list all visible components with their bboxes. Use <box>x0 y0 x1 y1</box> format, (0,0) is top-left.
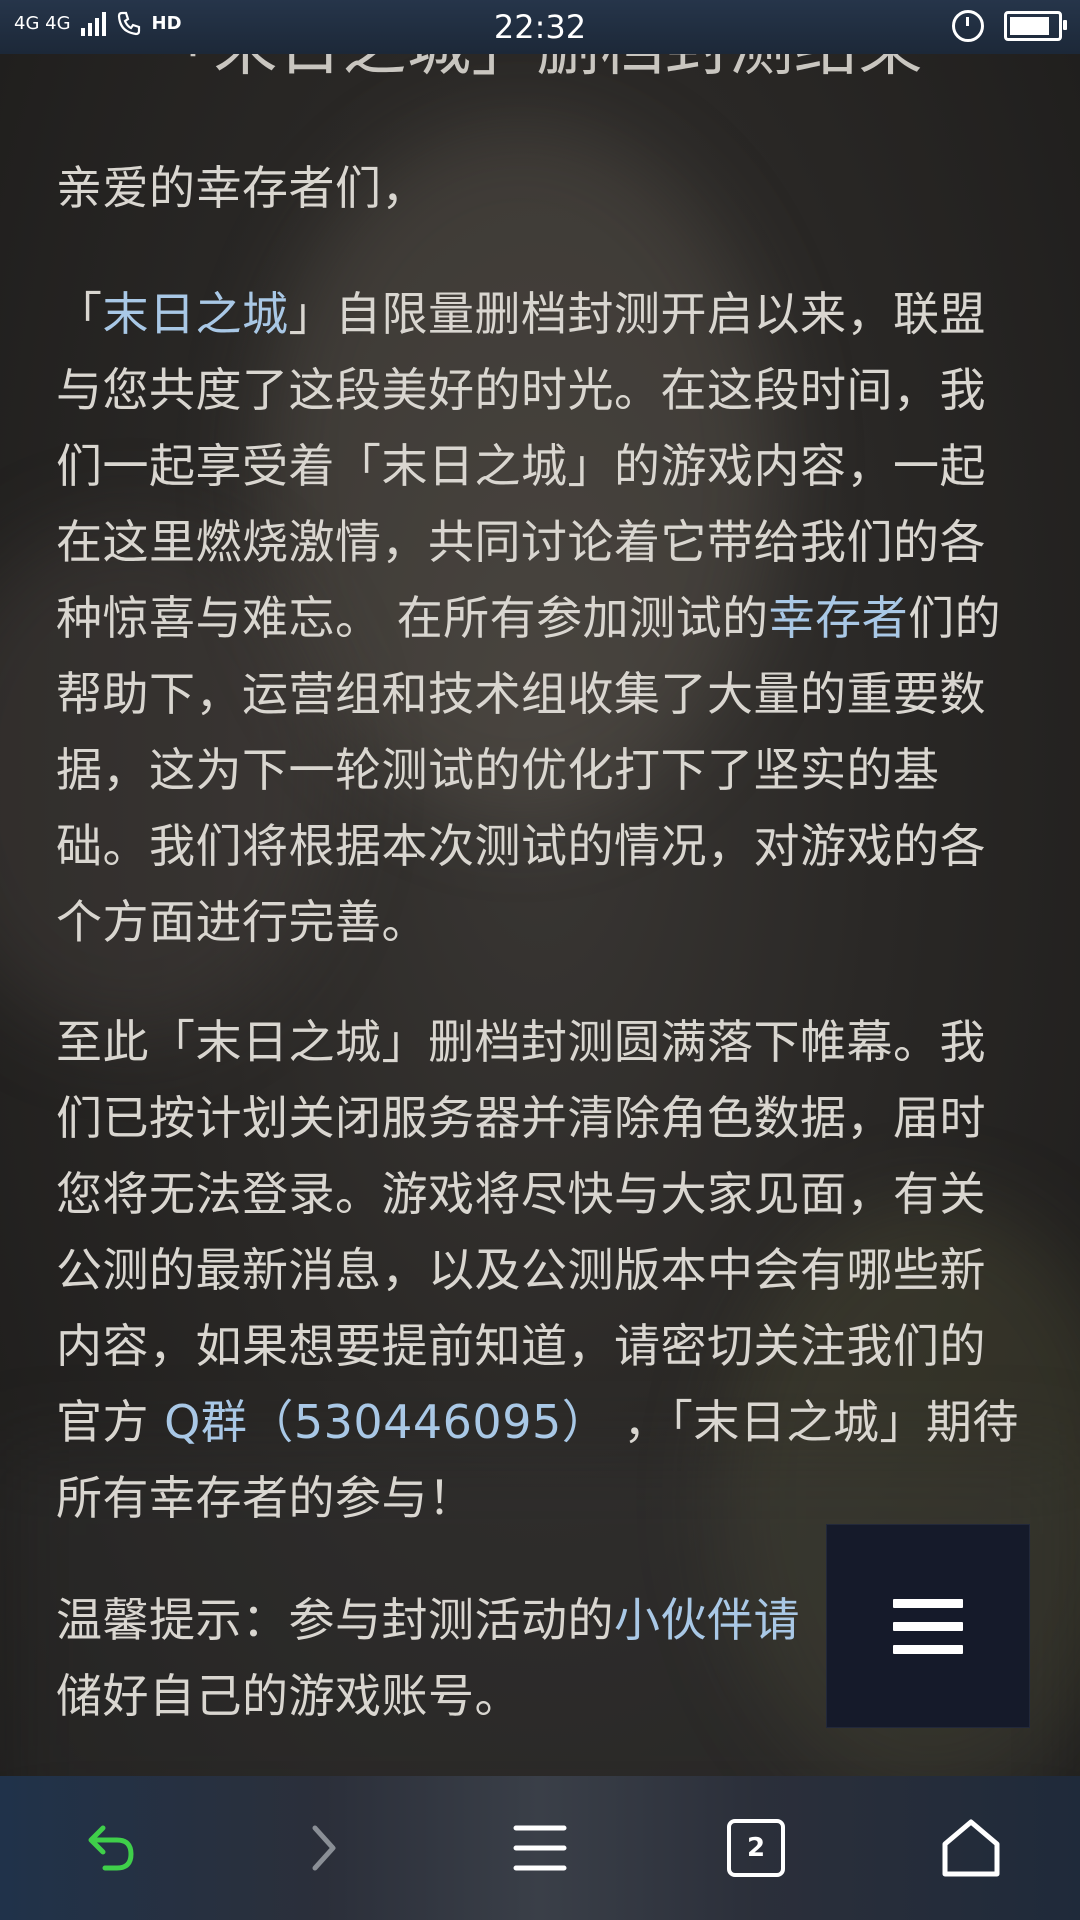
menu-button[interactable] <box>475 1776 605 1920</box>
clock: 22:32 <box>493 8 587 46</box>
battery-icon <box>1004 11 1067 41</box>
greeting: 亲爱的幸存者们， <box>56 161 428 215</box>
text-span: 温馨提示：参与封测活动的 <box>56 1593 614 1647</box>
floating-menu-button[interactable] <box>826 1524 1030 1728</box>
menu-icon <box>513 1825 567 1871</box>
forward-icon <box>312 1825 336 1871</box>
qq-group-link[interactable]: Q群（530446095） <box>164 1395 608 1449</box>
alarm-icon <box>952 10 984 42</box>
home-icon <box>942 1819 1000 1877</box>
game-name-link[interactable]: 末日之城 <box>103 287 289 341</box>
back-button[interactable] <box>44 1776 174 1920</box>
status-bar: 4G 4G HD 22:32 <box>0 0 1080 54</box>
survivor-link[interactable]: 幸存者 <box>769 591 909 645</box>
tabs-icon: 2 <box>727 1819 785 1877</box>
back-icon <box>88 1825 134 1871</box>
text-span: 至此「末日之城」删档封测圆满落下帷幕。我们已按计划关闭服务器并清除角色数据，届时… <box>56 1015 986 1449</box>
hamburger-icon <box>893 1599 963 1668</box>
home-button[interactable] <box>906 1776 1036 1920</box>
partner-link[interactable]: 小伙伴请 <box>614 1593 800 1647</box>
text-span: 「 <box>56 287 103 341</box>
paragraph-closing: 至此「末日之城」删档封测圆满落下帷幕。我们已按计划关闭服务器并清除角色数据，届时… <box>56 1004 1026 1536</box>
text-span: 储好自己的游戏账号。 <box>56 1669 521 1723</box>
paragraph-intro: 「末日之城」自限量删档封测开启以来，联盟与您共度了这段美好的时光。在这段时间，我… <box>56 276 1026 960</box>
forward-button[interactable] <box>258 1776 388 1920</box>
tabs-button[interactable]: 2 <box>691 1776 821 1920</box>
bottom-nav: 2 <box>0 1776 1080 1920</box>
